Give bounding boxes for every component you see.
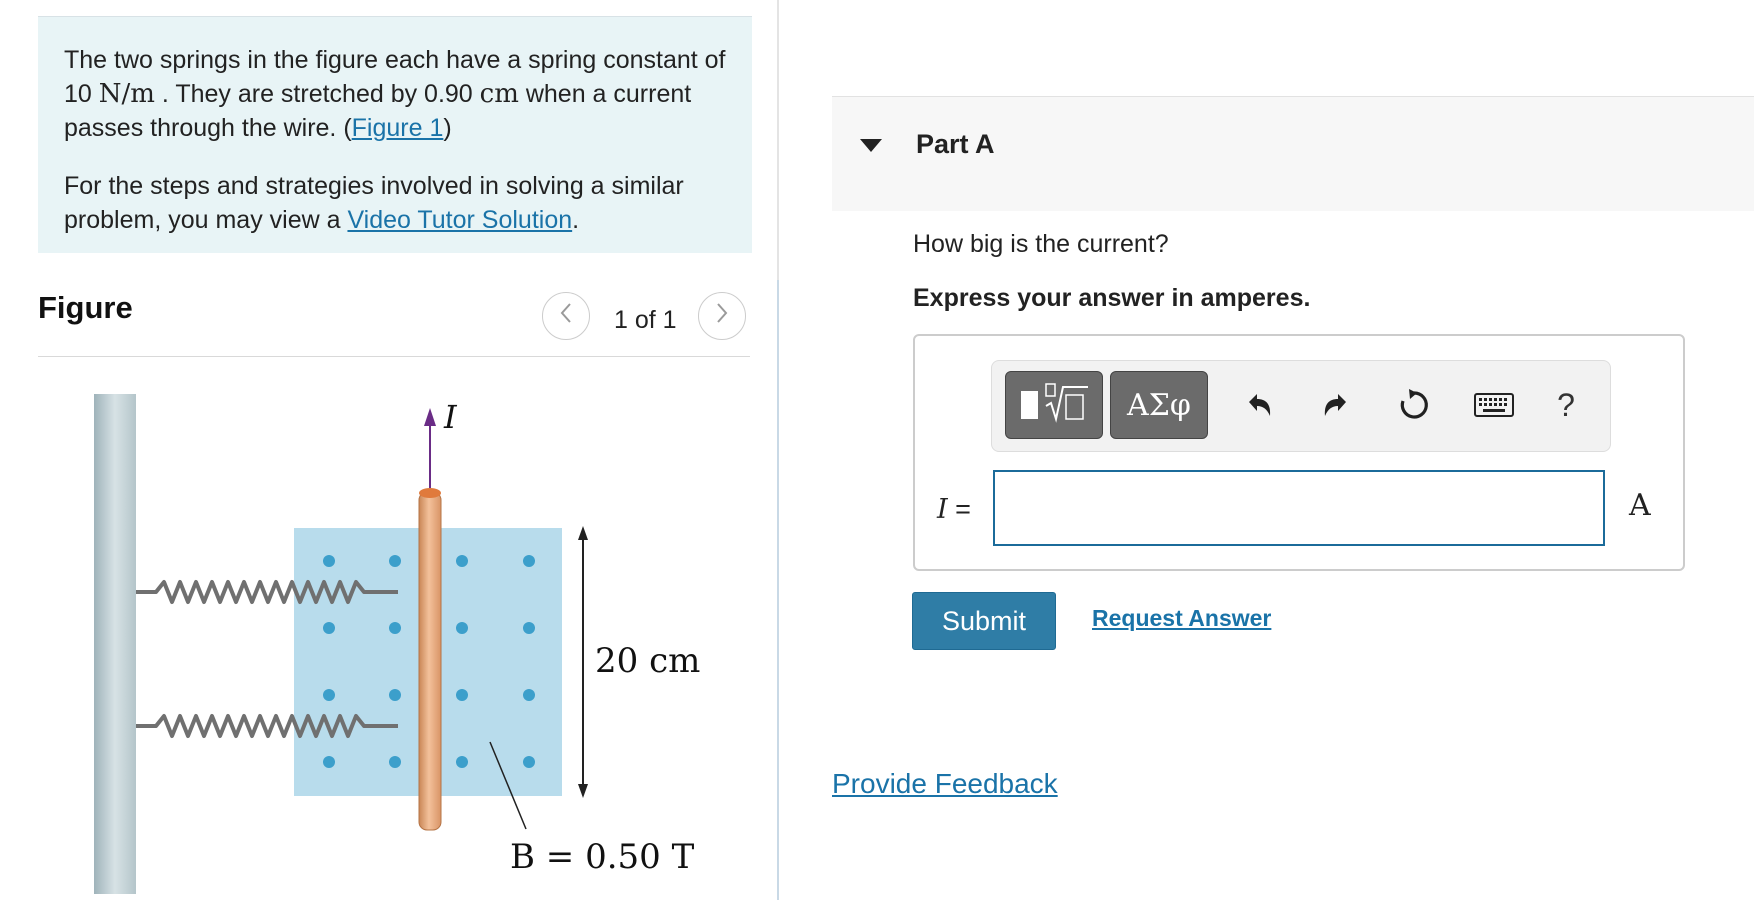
left-panel: The two springs in the figure each have … (0, 0, 777, 900)
answer-area: ΑΣφ ? I = A (913, 334, 1685, 571)
stretch-unit: cm (479, 79, 519, 109)
figure-link[interactable]: Figure 1 (352, 114, 444, 142)
previous-figure-button[interactable] (542, 292, 590, 340)
chevron-left-icon (558, 301, 574, 332)
chevron-right-icon (714, 301, 730, 332)
figure-title: Figure (38, 290, 133, 325)
current-label: I (443, 398, 458, 436)
length-label: 20 cm (595, 641, 700, 681)
problem-paragraph-1: The two springs in the figure each have … (64, 46, 726, 142)
question-text: How big is the current? (913, 230, 1169, 258)
templates-icon (1018, 381, 1090, 430)
unit-label: A (1629, 488, 1651, 523)
rod-top (419, 488, 441, 498)
dimension-arrow-bottom (578, 784, 588, 798)
reset-icon[interactable] (1386, 375, 1442, 435)
redo-icon[interactable] (1307, 375, 1363, 435)
variable-label: I = (937, 494, 971, 525)
figure-diagram: I 20 cm B = 0.50 T (94, 394, 700, 894)
conducting-rod (418, 491, 442, 831)
spring-constant-unit: N/m (98, 79, 155, 109)
provide-feedback-link[interactable]: Provide Feedback (832, 768, 1058, 800)
part-a-header[interactable]: Part A (832, 96, 1754, 211)
part-title: Part A (916, 129, 995, 159)
submit-button[interactable]: Submit (912, 592, 1056, 650)
templates-button[interactable] (1005, 371, 1103, 439)
greek-symbols-button[interactable]: ΑΣφ (1110, 371, 1208, 439)
dimension-arrow-top (578, 526, 588, 540)
answer-input[interactable] (993, 470, 1605, 546)
request-answer-link[interactable]: Request Answer (1092, 605, 1271, 632)
keyboard-icon[interactable] (1466, 375, 1522, 435)
wall (94, 394, 136, 894)
problem-paragraph-2: For the steps and strategies involved in… (64, 172, 684, 234)
next-figure-button[interactable] (698, 292, 746, 340)
help-icon[interactable]: ? (1538, 375, 1594, 435)
figure-counter: 1 of 1 (614, 306, 677, 334)
right-panel: Part A How big is the current? Express y… (779, 0, 1754, 900)
video-tutor-link[interactable]: Video Tutor Solution (347, 206, 572, 234)
current-arrow-head (424, 408, 436, 426)
math-toolbar: ΑΣφ ? (991, 360, 1611, 452)
problem-statement: The two springs in the figure each have … (38, 16, 752, 253)
answer-instruction: Express your answer in amperes. (913, 284, 1311, 312)
field-label: B = 0.50 T (510, 837, 695, 877)
caret-down-icon[interactable] (860, 139, 882, 152)
undo-icon[interactable] (1232, 375, 1288, 435)
figure-header: Figure 1 of 1 (38, 284, 750, 357)
